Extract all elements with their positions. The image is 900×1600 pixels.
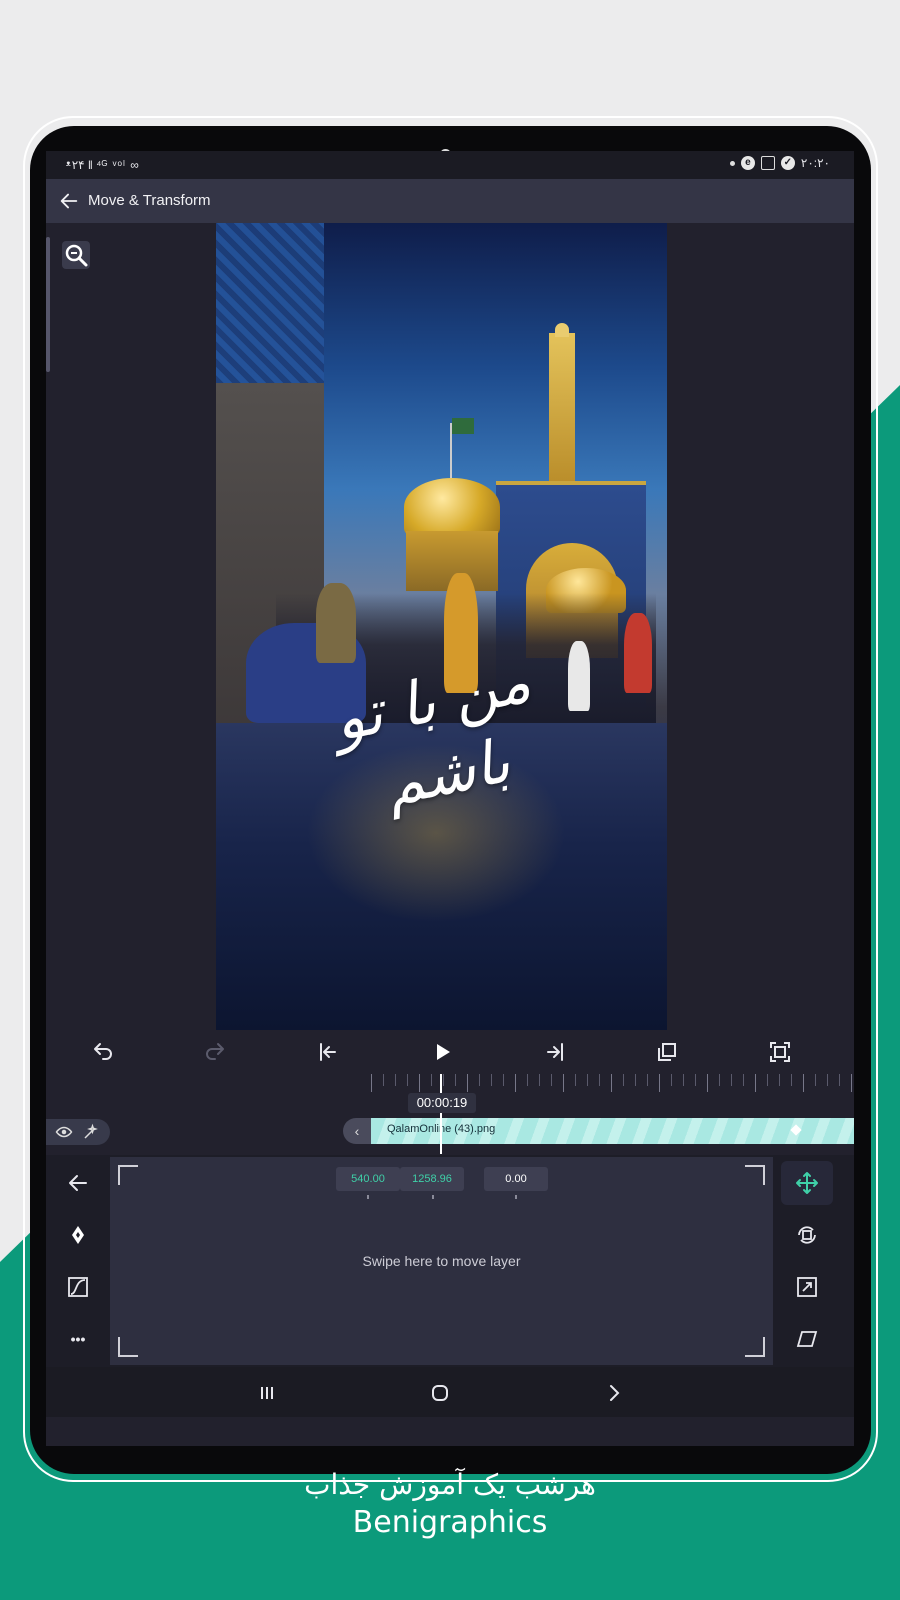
- playback-controls: [46, 1030, 854, 1074]
- brand-caption: Benigraphics: [352, 1505, 548, 1540]
- minaret: [549, 333, 575, 493]
- play-icon[interactable]: [430, 1040, 454, 1064]
- home-icon[interactable]: [428, 1381, 452, 1405]
- pilgrim: [568, 641, 590, 711]
- skip-end-icon[interactable]: [543, 1040, 567, 1064]
- flag: [452, 418, 474, 434]
- channel-caption: هرشب یک آموزش جذاب Benigraphics: [0, 1468, 900, 1540]
- corner-marker: [745, 1165, 765, 1185]
- status-indicators: ᵜ۲۴ ‖ ⁴ᴳ ᵛᵒˡ ∞: [66, 158, 140, 172]
- magic-wand-icon[interactable]: [82, 1123, 100, 1141]
- status-right: e ✓ ۲۰:۲۰: [729, 156, 830, 170]
- arrow-left-icon[interactable]: [58, 190, 80, 212]
- value-tick: [367, 1195, 369, 1199]
- recents-icon[interactable]: [255, 1381, 279, 1405]
- pilgrim: [624, 613, 652, 693]
- back-icon[interactable]: [66, 1171, 90, 1195]
- position-x-value[interactable]: 540.00: [336, 1167, 400, 1191]
- video-preview[interactable]: من با تو باشم: [216, 223, 667, 1030]
- shield-icon: ✓: [780, 156, 795, 170]
- playhead[interactable]: [440, 1074, 442, 1154]
- value-tick: [432, 1195, 434, 1199]
- app-notification-icon: e: [740, 156, 755, 170]
- back-chevron-icon[interactable]: [602, 1381, 626, 1405]
- rotation-value[interactable]: 0.00: [484, 1167, 548, 1191]
- right-tool-rail: [773, 1155, 854, 1367]
- skew-tool[interactable]: [781, 1317, 833, 1361]
- timeline[interactable]: ‹ QalamOnline (43).png 00:00:19: [46, 1074, 854, 1155]
- redo-icon[interactable]: [203, 1040, 227, 1064]
- corner-marker: [745, 1337, 765, 1357]
- pilgrim: [316, 583, 356, 663]
- timeline-ruler-major: [371, 1074, 854, 1092]
- swipe-hint: Swipe here to move layer: [362, 1253, 521, 1269]
- clip-trim-handle[interactable]: ‹: [343, 1118, 371, 1144]
- golden-dome: [404, 478, 500, 536]
- skip-start-icon[interactable]: [316, 1040, 340, 1064]
- scale-tool[interactable]: [781, 1265, 833, 1309]
- transform-panel: ••• 540.00 1258.96 0.00 Swipe here to mo…: [46, 1155, 854, 1367]
- scale-icon: [797, 1277, 817, 1297]
- move-icon: [796, 1172, 818, 1194]
- screenshot-icon: [760, 156, 775, 170]
- keyframe-icon[interactable]: [66, 1223, 90, 1247]
- layer-toggle-group: [46, 1119, 110, 1145]
- position-y-value[interactable]: 1258.96: [400, 1167, 464, 1191]
- preview-area: من با تو باشم: [46, 223, 854, 1030]
- keyframe-marker[interactable]: [790, 1124, 802, 1136]
- rotate-tool[interactable]: [781, 1213, 833, 1257]
- left-tool-rail: •••: [46, 1155, 110, 1367]
- rotate-icon: [798, 1226, 816, 1244]
- move-tool[interactable]: [781, 1161, 833, 1205]
- easing-icon[interactable]: [66, 1275, 90, 1299]
- persian-caption: هرشب یک آموزش جذاب: [304, 1468, 596, 1501]
- page-title: Move & Transform: [88, 192, 211, 209]
- undo-icon[interactable]: [91, 1040, 115, 1064]
- system-nav-bar: [46, 1367, 854, 1417]
- app-bar: Move & Transform: [46, 179, 854, 223]
- layer-clip[interactable]: QalamOnline (43).png: [371, 1118, 854, 1144]
- clock: ۲۰:۲۰: [800, 156, 830, 170]
- status-bar: ᵜ۲۴ ‖ ⁴ᴳ ᵛᵒˡ ∞ e ✓ ۲۰:۲۰: [46, 151, 854, 179]
- copy-frame-icon[interactable]: [655, 1040, 679, 1064]
- corner-marker: [118, 1165, 138, 1185]
- app-screen: ᵜ۲۴ ‖ ⁴ᴳ ᵛᵒˡ ∞ e ✓ ۲۰:۲۰ Move & Transfor…: [46, 151, 854, 1446]
- notification-dot: [729, 160, 735, 166]
- skew-icon: [796, 1331, 818, 1347]
- fullscreen-icon[interactable]: [768, 1040, 792, 1064]
- eye-icon[interactable]: [54, 1123, 74, 1141]
- minaret-cap: [555, 323, 569, 337]
- corner-marker: [118, 1337, 138, 1357]
- timecode: 00:00:19: [408, 1093, 476, 1113]
- more-icon[interactable]: •••: [66, 1327, 90, 1351]
- zoom-icon[interactable]: [62, 241, 90, 269]
- value-tick: [515, 1195, 517, 1199]
- scroll-indicator[interactable]: [46, 237, 50, 372]
- swipe-move-area[interactable]: 540.00 1258.96 0.00 Swipe here to move l…: [110, 1157, 773, 1365]
